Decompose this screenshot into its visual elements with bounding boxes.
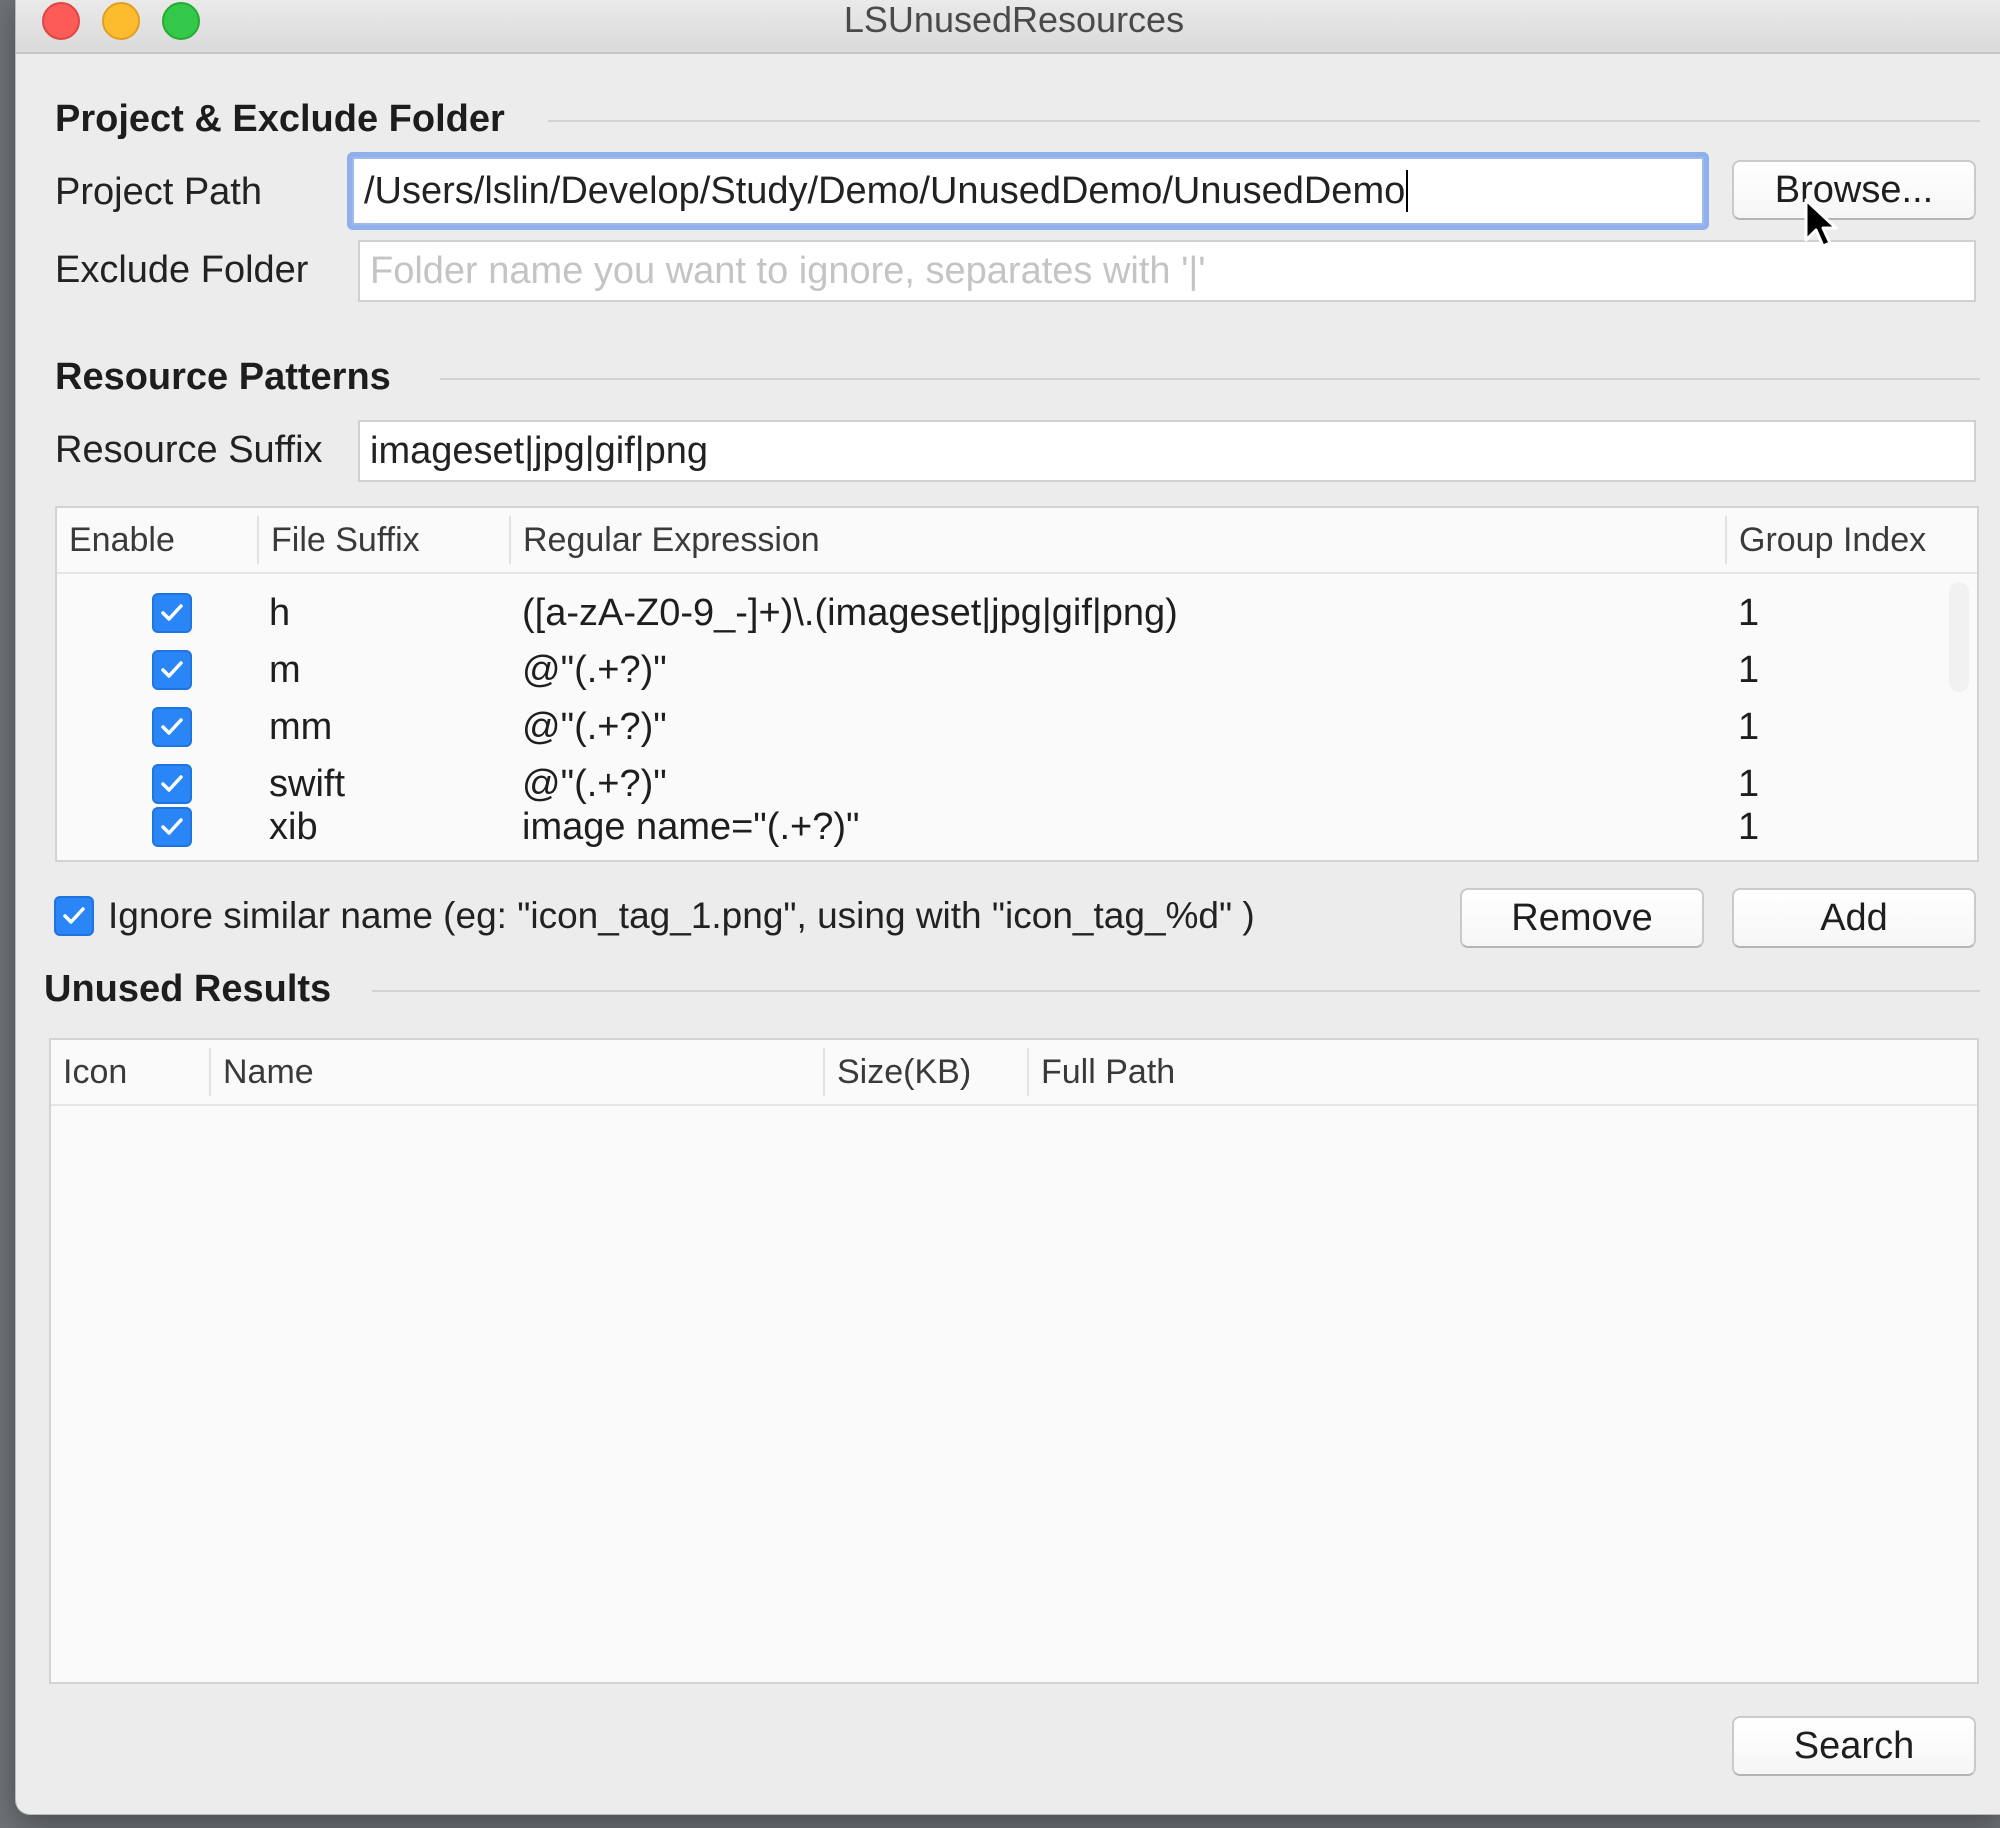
column-header-enable[interactable]: Enable: [57, 508, 259, 572]
table-row[interactable]: h ([a-zA-Z0-9_-]+)\.(imageset|jpg|gif|pn…: [57, 585, 1977, 642]
project-path-input[interactable]: /Users/lslin/Develop/Study/Demo/UnusedDe…: [352, 157, 1704, 225]
row-enable-checkbox[interactable]: [152, 650, 192, 690]
table-row[interactable]: mm @"(.+?)" 1: [57, 699, 1977, 756]
column-header-group-index[interactable]: Group Index: [1727, 508, 1977, 572]
resource-suffix-label: Resource Suffix: [55, 429, 323, 471]
row-enable-checkbox[interactable]: [152, 593, 192, 633]
results-table-header: Icon Name Size(KB) Full Path: [51, 1040, 1977, 1106]
table-row[interactable]: xib image name="(.+?)" 1: [57, 799, 1977, 856]
column-header-file-suffix[interactable]: File Suffix: [259, 508, 511, 572]
patterns-table-header: Enable File Suffix Regular Expression Gr…: [57, 508, 1977, 574]
patterns-section-header: Resource Patterns: [55, 355, 391, 398]
ignore-similar-checkbox[interactable]: [54, 896, 94, 936]
row-group-index: 1: [1738, 706, 1760, 748]
row-group-index: 1: [1738, 649, 1760, 691]
exclude-folder-label: Exclude Folder: [55, 249, 309, 291]
row-enable-checkbox[interactable]: [152, 764, 192, 804]
checkmark-icon: [161, 818, 183, 835]
project-section-header: Project & Exclude Folder: [55, 97, 505, 140]
add-button[interactable]: Add: [1732, 888, 1976, 948]
column-header-name[interactable]: Name: [211, 1040, 825, 1104]
mouse-pointer-icon: [1804, 198, 1838, 248]
row-file-suffix: xib: [269, 806, 318, 848]
project-path-label: Project Path: [55, 171, 262, 213]
results-section-divider: [372, 990, 1980, 992]
checkmark-icon: [161, 775, 183, 792]
row-enable-checkbox[interactable]: [152, 707, 192, 747]
project-path-value: /Users/lslin/Develop/Study/Demo/UnusedDe…: [364, 169, 1406, 212]
window-title: LSUnusedResources: [843, 0, 1185, 40]
title-bar[interactable]: LSUnusedResources: [16, 0, 2000, 54]
table-row[interactable]: m @"(.+?)" 1: [57, 642, 1977, 699]
row-file-suffix: mm: [269, 706, 333, 748]
row-file-suffix: h: [269, 592, 291, 634]
column-header-regular-expression[interactable]: Regular Expression: [511, 508, 1727, 572]
row-file-suffix: m: [269, 649, 301, 691]
column-header-full-path[interactable]: Full Path: [1029, 1040, 1929, 1104]
checkmark-icon: [161, 661, 183, 678]
ignore-similar-label[interactable]: Ignore similar name (eg: "icon_tag_1.png…: [108, 890, 1255, 942]
project-section-divider: [548, 120, 1980, 122]
patterns-table[interactable]: Enable File Suffix Regular Expression Gr…: [55, 506, 1979, 862]
row-regex: @"(.+?)": [522, 649, 667, 691]
app-window: LSUnusedResources Project & Exclude Fold…: [16, 0, 2000, 1814]
results-table[interactable]: Icon Name Size(KB) Full Path: [49, 1038, 1979, 1684]
text-caret: [1406, 170, 1409, 212]
remove-button[interactable]: Remove: [1460, 888, 1704, 948]
resource-suffix-input[interactable]: imageset|jpg|gif|png: [358, 420, 1976, 482]
checkmark-icon: [161, 718, 183, 735]
results-section-header: Unused Results: [44, 967, 332, 1010]
row-enable-checkbox[interactable]: [152, 807, 192, 847]
checkmark-icon: [161, 604, 183, 621]
search-button[interactable]: Search: [1732, 1716, 1976, 1776]
row-group-index: 1: [1738, 592, 1760, 634]
row-regex: ([a-zA-Z0-9_-]+)\.(imageset|jpg|gif|png): [522, 592, 1178, 634]
resource-suffix-value: imageset|jpg|gif|png: [370, 429, 709, 472]
patterns-section-divider: [440, 378, 1980, 380]
column-header-icon[interactable]: Icon: [51, 1040, 211, 1104]
row-regex: @"(.+?)": [522, 706, 667, 748]
column-header-size[interactable]: Size(KB): [825, 1040, 1029, 1104]
exclude-folder-input[interactable]: Folder name you want to ignore, separate…: [358, 240, 1976, 302]
row-regex: image name="(.+?)": [522, 806, 860, 848]
row-group-index: 1: [1738, 806, 1760, 848]
checkmark-icon: [63, 907, 85, 924]
browse-button[interactable]: Browse...: [1732, 160, 1976, 220]
